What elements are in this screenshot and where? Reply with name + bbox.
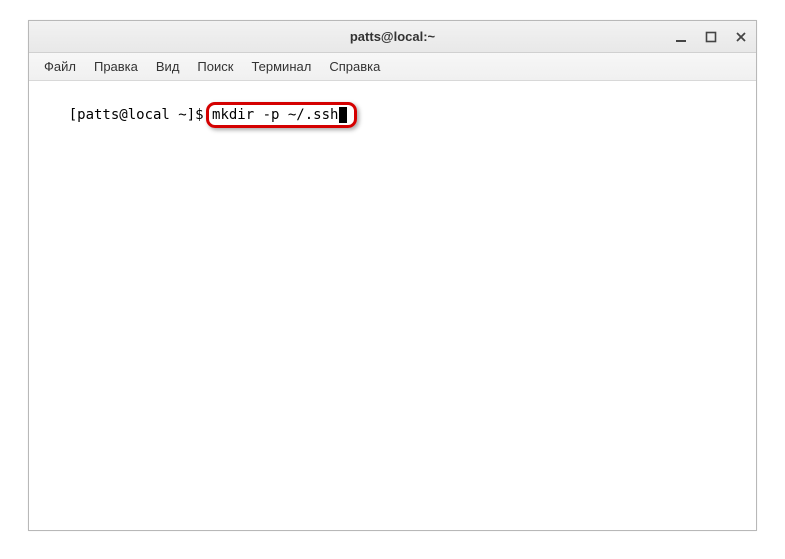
prompt: [patts@local ~]$ [69, 107, 212, 123]
menu-terminal[interactable]: Терминал [242, 56, 320, 77]
menu-help[interactable]: Справка [320, 56, 389, 77]
menubar: Файл Правка Вид Поиск Терминал Справка [29, 53, 756, 81]
minimize-button[interactable] [672, 28, 690, 46]
minimize-icon [675, 31, 687, 43]
menu-search[interactable]: Поиск [188, 56, 242, 77]
cursor [339, 107, 347, 123]
close-button[interactable] [732, 28, 750, 46]
menu-edit[interactable]: Правка [85, 56, 147, 77]
command-highlight: mkdir -p ~/.ssh [210, 105, 351, 125]
window-controls [672, 21, 750, 52]
maximize-icon [705, 31, 717, 43]
window-title: patts@local:~ [350, 29, 435, 44]
command-text: mkdir -p ~/.ssh [212, 107, 338, 123]
maximize-button[interactable] [702, 28, 720, 46]
menu-file[interactable]: Файл [35, 56, 85, 77]
terminal-window: patts@local:~ Файл Правка Вид Поиск Терм… [28, 20, 757, 531]
terminal-output[interactable]: [patts@local ~]$ mkdir -p ~/.ssh [29, 81, 756, 530]
close-icon [735, 31, 747, 43]
titlebar: patts@local:~ [29, 21, 756, 53]
menu-view[interactable]: Вид [147, 56, 189, 77]
